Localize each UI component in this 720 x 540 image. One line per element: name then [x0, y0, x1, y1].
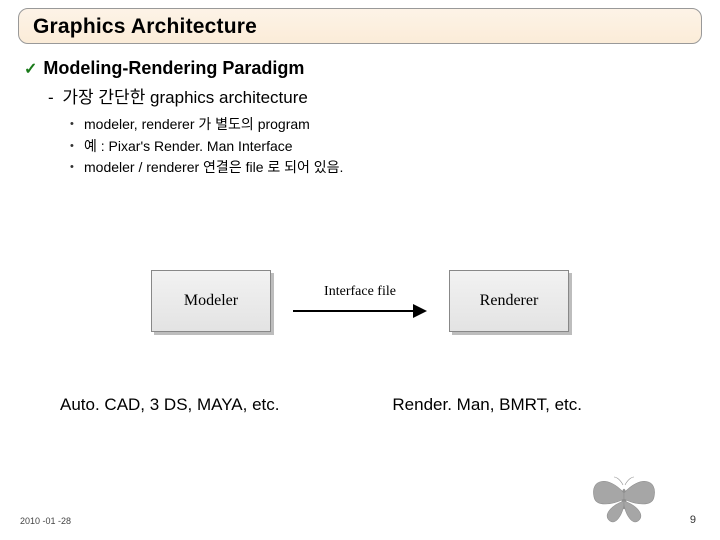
footer-date: 2010 -01 -28: [20, 516, 71, 526]
footer-page-number: 9: [690, 514, 696, 526]
diagram: Modeler Interface file Renderer: [0, 270, 720, 332]
subheading-row: - 가장 간단한 graphics architecture: [24, 83, 702, 108]
arrow-label: Interface file: [324, 284, 396, 300]
heading-text: Modeling-Rendering Paradigm: [43, 58, 304, 79]
title-bar: Graphics Architecture: [18, 8, 702, 44]
renderer-box: Renderer: [449, 270, 569, 332]
subheading-text: 가장 간단한 graphics architecture: [62, 88, 307, 107]
caption-right: Render. Man, BMRT, etc.: [374, 395, 720, 415]
bullet-list: modeler, renderer 가 별도의 program 예 : Pixa…: [24, 114, 702, 179]
check-icon: ✓: [24, 59, 37, 79]
slide-title: Graphics Architecture: [33, 15, 687, 39]
arrow-icon: [293, 304, 427, 318]
caption-row: Auto. CAD, 3 DS, MAYA, etc. Render. Man,…: [0, 395, 720, 415]
dash-icon: -: [48, 88, 54, 107]
list-item: modeler, renderer 가 별도의 program: [84, 114, 702, 136]
heading-row: ✓ Modeling-Rendering Paradigm: [24, 58, 702, 79]
caption-left: Auto. CAD, 3 DS, MAYA, etc.: [0, 395, 374, 415]
list-item: 예 : Pixar's Render. Man Interface: [84, 136, 702, 158]
list-item: modeler / renderer 연결은 file 로 되어 있음.: [84, 157, 702, 179]
slide-body: ✓ Modeling-Rendering Paradigm - 가장 간단한 g…: [18, 58, 702, 179]
arrow: Interface file: [293, 284, 427, 318]
slide: Graphics Architecture ✓ Modeling-Renderi…: [0, 0, 720, 540]
modeler-box: Modeler: [151, 270, 271, 332]
butterfly-icon: [584, 471, 664, 532]
